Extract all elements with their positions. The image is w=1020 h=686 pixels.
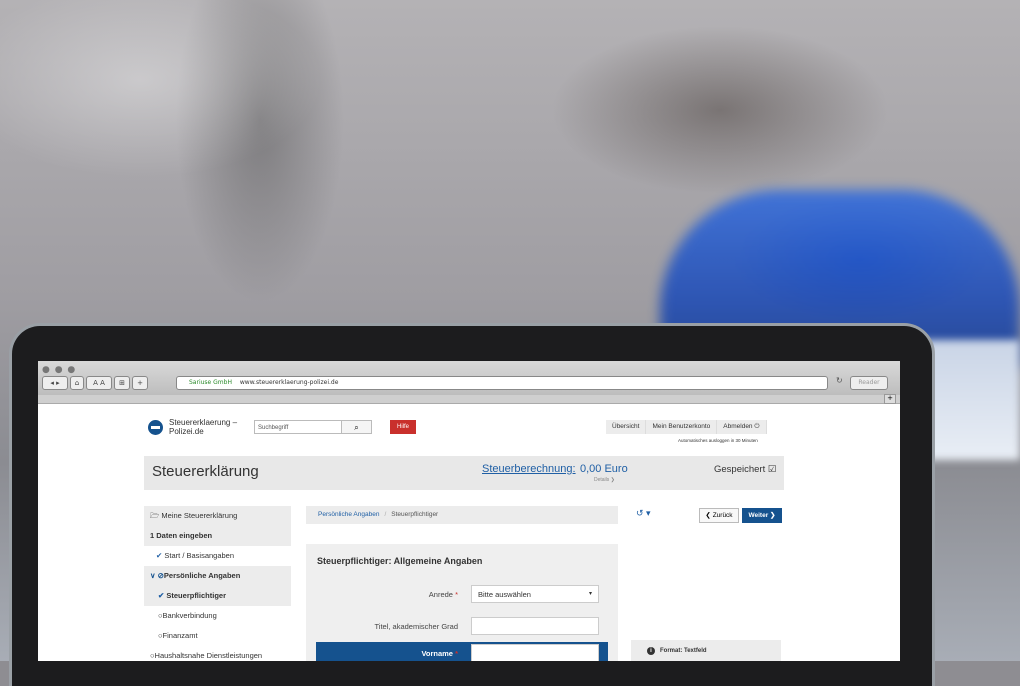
back-forward-buttons[interactable]: ◂ ▸ <box>42 376 68 390</box>
next-button[interactable]: Weiter ❯ <box>742 508 782 523</box>
saved-status: Gespeichert ☑ <box>714 464 776 475</box>
checkmark-icon: ✔ <box>158 591 165 600</box>
nav-overview[interactable]: Übersicht <box>606 420 647 434</box>
window-controls-icon[interactable]: ● ● ● <box>42 365 76 375</box>
text-size-buttons[interactable]: A A <box>86 376 112 390</box>
anrede-label-text: Anrede <box>428 590 453 599</box>
back-button[interactable]: ❮ Zurück <box>699 508 739 523</box>
breadcrumb: Persönliche Angaben / Steuerpflichtiger <box>306 506 618 524</box>
sidebar-item-label: Meine Steuererklärung <box>161 511 238 520</box>
details-label: Details <box>594 477 610 483</box>
sidebar-item-personal-data[interactable]: ∨ ⊘Persönliche Angaben <box>144 566 291 586</box>
breadcrumb-current: Steuerpflichtiger <box>391 511 439 518</box>
vorname-label-text: Vorname <box>421 649 453 658</box>
details-link[interactable]: Details ❯ <box>594 477 615 483</box>
sidebar-item-household-services[interactable]: ○Haushaltsnahe Dienstleistungen <box>144 646 291 661</box>
anrede-value: Bitte auswählen <box>478 590 531 599</box>
power-icon: ⏻ <box>754 423 760 430</box>
chevron-down-icon: ∨ <box>150 571 156 580</box>
url-text: www.steuererklaerung-polizei.de <box>239 379 339 386</box>
saved-label: Gespeichert <box>714 464 766 475</box>
page-title: Steuererklärung <box>152 463 259 480</box>
sidebar-item-label: Finanzamt <box>162 631 198 640</box>
reader-button[interactable]: Reader <box>850 376 888 390</box>
folder-icon: 🗁 <box>150 511 160 520</box>
search-icon[interactable]: ⌕ <box>342 420 372 434</box>
tax-amount: 0,00 Euro <box>580 463 628 475</box>
brand-name[interactable]: Steuererklaerung – Polizei.de <box>169 418 244 436</box>
web-page: Steuererklaerung – Polizei.de Suchbegrif… <box>38 404 900 661</box>
sidebar-section-enter-data: 1 Daten eingeben <box>144 526 291 546</box>
sidebar-item-label: Persönliche Angaben <box>163 571 241 580</box>
sidebar-item-my-tax-return[interactable]: 🗁 Meine Steuererklärung <box>144 506 291 526</box>
vorname-label: Vorname * <box>421 649 458 658</box>
top-navigation: Übersicht Mein Benutzerkonto Abmelden ⏻ <box>606 420 767 434</box>
tax-calculation-link[interactable]: Steuerberechnung: <box>482 463 576 475</box>
required-marker: * <box>455 649 458 658</box>
auto-logout-notice: Automatisches ausloggen in 30 Minuten <box>678 438 758 443</box>
next-label: Weiter <box>748 512 769 519</box>
brand-line-2: Polizei.de <box>169 427 204 436</box>
sidebar-item-label: Steuerpflichtiger <box>166 591 226 600</box>
form-heading: Steuerpflichtiger: Allgemeine Angaben <box>317 556 483 566</box>
add-bookmark-button[interactable]: + <box>132 376 148 390</box>
breadcrumb-parent[interactable]: Persönliche Angaben <box>318 511 379 518</box>
sidebar-item-bank[interactable]: ○Bankverbindung <box>144 606 291 626</box>
refresh-icon[interactable]: ↻ <box>836 376 843 385</box>
required-marker: * <box>455 590 458 599</box>
sidebar-item-tax-office[interactable]: ○Finanzamt <box>144 626 291 646</box>
checkmark-icon: ✔ <box>156 551 163 560</box>
info-icon: i <box>647 647 655 655</box>
address-bar[interactable]: Sariuse GmbH www.steuererklaerung-polize… <box>176 376 828 390</box>
page-title-bar: Steuererklärung Steuerberechnung: 0,00 E… <box>144 456 784 490</box>
anrede-label: Anrede * <box>429 590 458 599</box>
format-hint-text: Format: Textfeld <box>660 648 707 654</box>
sidebar-item-label: Start / Basisangaben <box>164 551 235 560</box>
nav-logout[interactable]: Abmelden ⏻ <box>717 420 767 434</box>
titel-input[interactable] <box>471 617 599 635</box>
anrede-select[interactable]: Bitte auswählen ▾ <box>471 585 599 603</box>
vorname-input[interactable] <box>471 644 599 661</box>
logout-label: Abmelden <box>723 423 753 430</box>
police-cap-logo-icon[interactable] <box>148 420 163 435</box>
caret-down-icon: ▾ <box>588 591 592 597</box>
sidebar: 🗁 Meine Steuererklärung 1 Daten eingeben… <box>144 506 291 661</box>
sidebar-item-start[interactable]: ✔ Start / Basisangaben <box>144 546 291 566</box>
bookmarks-icon[interactable]: ⊞ <box>114 376 130 390</box>
sidebar-item-label: Haushaltsnahe Dienstleistungen <box>154 651 263 660</box>
tab-bar <box>38 395 900 404</box>
edit-check-icon: ☑ <box>767 464 777 475</box>
browser-toolbar: ● ● ● ◂ ▸ ⌂ A A ⊞ + Sariuse GmbH www.ste… <box>38 361 900 396</box>
sidebar-item-taxpayer[interactable]: ✔ Steuerpflichtiger <box>144 586 291 606</box>
browser-window: ● ● ● ◂ ▸ ⌂ A A ⊞ + Sariuse GmbH www.ste… <box>38 361 900 661</box>
nav-account[interactable]: Mein Benutzerkonto <box>646 420 718 434</box>
breadcrumb-separator: / <box>384 511 387 518</box>
format-hint: i Format: Textfeld <box>631 640 781 661</box>
new-tab-button[interactable]: + <box>884 394 896 404</box>
sidebar-item-label: Bankverbindung <box>162 611 217 620</box>
brand-line-1: Steuererklaerung – <box>169 418 238 427</box>
help-button[interactable]: Hilfe <box>390 420 416 434</box>
search-input[interactable]: Suchbegriff <box>254 420 342 434</box>
share-icon[interactable]: ⌂ <box>70 376 84 390</box>
undo-icon[interactable]: ↺ ▾ <box>636 508 651 519</box>
secure-cert-label: Sariuse GmbH <box>189 379 232 386</box>
taxpayer-form: Steuerpflichtiger: Allgemeine Angaben An… <box>306 544 618 661</box>
titel-label: Titel, akademischer Grad <box>374 622 458 631</box>
back-label: Zurück <box>712 512 733 519</box>
